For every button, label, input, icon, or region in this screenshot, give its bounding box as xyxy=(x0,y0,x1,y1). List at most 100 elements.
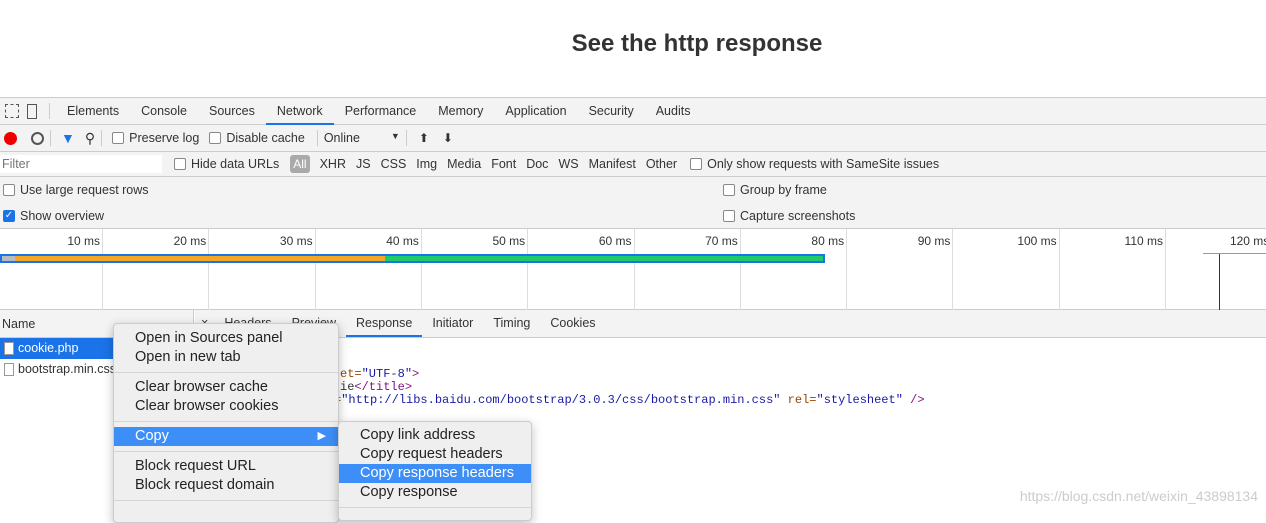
tab-cookies[interactable]: Cookies xyxy=(540,310,605,337)
timeline-tick: 30 ms xyxy=(280,229,316,310)
tab-sources[interactable]: Sources xyxy=(198,98,266,125)
timeline-tick: 80 ms xyxy=(811,229,848,310)
samesite-checkbox[interactable] xyxy=(690,158,703,170)
record-icon[interactable] xyxy=(4,131,17,145)
preserve-log-label: Preserve log xyxy=(129,131,200,145)
menu-copy-link-address[interactable]: Copy link address xyxy=(339,426,531,445)
tick-label: 40 ms xyxy=(386,234,419,248)
divider xyxy=(405,130,407,146)
capture-screenshots-checkbox[interactable] xyxy=(723,209,735,222)
disable-cache-checkbox[interactable] xyxy=(209,132,222,144)
tick-label: 50 ms xyxy=(492,234,526,248)
divider xyxy=(49,103,50,119)
filter-type-manifest[interactable]: Manifest xyxy=(589,157,636,171)
tab-performance[interactable]: Performance xyxy=(334,98,428,125)
export-har-icon[interactable]: ⬇ xyxy=(443,131,453,145)
filter-type-ws[interactable]: WS xyxy=(558,157,578,171)
timeline-cursor-cap xyxy=(1203,253,1266,254)
filter-type-css[interactable]: CSS xyxy=(381,157,407,171)
tick-label: 10 ms xyxy=(67,234,100,248)
clear-icon[interactable] xyxy=(31,131,44,145)
detail-tabbar: × Headers Preview Response Initiator Tim… xyxy=(195,310,1266,338)
menu-copy-request-headers[interactable]: Copy request headers xyxy=(339,445,531,464)
filter-type-all[interactable]: All xyxy=(290,155,310,173)
filter-type-xhr[interactable]: XHR xyxy=(320,157,346,171)
tab-elements[interactable]: Elements xyxy=(56,98,130,125)
filter-type-js[interactable]: JS xyxy=(356,157,371,171)
search-icon[interactable]: ⚲ xyxy=(85,130,95,147)
show-overview-checkbox[interactable]: ✓ xyxy=(3,209,15,222)
filter-type-img[interactable]: Img xyxy=(416,157,437,171)
options-row-2: ✓ Show overview Capture screenshots xyxy=(0,203,1266,229)
throttle-select[interactable]: Online ▼ xyxy=(324,131,400,145)
code-line: ="http://libs.baidu.com/bootstrap/3.0.3/… xyxy=(334,393,925,407)
hide-data-urls-label: Hide data URLs xyxy=(191,157,280,171)
hide-data-urls-checkbox[interactable] xyxy=(174,158,186,170)
throttle-value: Online xyxy=(323,131,360,145)
tab-timing[interactable]: Timing xyxy=(483,310,540,337)
timeline-cursor xyxy=(1219,253,1220,310)
timeline-tick: 90 ms xyxy=(918,229,954,310)
capture-screenshots-label: Capture screenshots xyxy=(740,208,856,223)
file-icon xyxy=(4,342,14,355)
devtools-tabbar: Elements Console Sources Network Perform… xyxy=(0,97,1266,125)
tab-memory[interactable]: Memory xyxy=(427,98,494,125)
menu-divider xyxy=(114,372,338,373)
tick-label: 30 ms xyxy=(279,234,313,248)
inspect-icon[interactable] xyxy=(5,104,19,118)
tab-console[interactable]: Console xyxy=(130,98,198,125)
chevron-down-icon: ▼ xyxy=(390,131,400,141)
tab-audits[interactable]: Audits xyxy=(645,98,702,125)
code-value: "stylesheet" xyxy=(816,393,903,407)
menu-copy[interactable]: Copy ▶ xyxy=(114,427,338,446)
menu-clear-cookies[interactable]: Clear browser cookies xyxy=(114,397,338,416)
filter-type-other[interactable]: Other xyxy=(646,157,677,171)
bar-queue xyxy=(2,256,15,261)
menu-copy-response[interactable]: Copy response xyxy=(339,483,531,502)
tab-response[interactable]: Response xyxy=(346,310,423,337)
tick-label: 60 ms xyxy=(598,234,632,248)
filter-type-doc[interactable]: Doc xyxy=(526,157,548,171)
tab-initiator[interactable]: Initiator xyxy=(422,310,483,337)
menu-clear-cache[interactable]: Clear browser cache xyxy=(114,378,338,397)
timeline-tick: 70 ms xyxy=(705,229,741,310)
menu-block-url[interactable]: Block request URL xyxy=(114,457,338,476)
filter-input[interactable] xyxy=(0,155,162,173)
preserve-log-checkbox[interactable] xyxy=(112,132,125,144)
timeline-tick: 60 ms xyxy=(599,229,635,310)
submenu-arrow-icon: ▶ xyxy=(317,430,326,442)
group-by-frame-checkbox[interactable] xyxy=(723,184,735,196)
disable-cache-label: Disable cache xyxy=(226,131,305,145)
code-line: ie</title> xyxy=(340,380,412,394)
large-rows-label: Use large request rows xyxy=(20,183,149,197)
timeline-tick: 50 ms xyxy=(493,229,529,310)
code-text: ie xyxy=(340,380,355,394)
copy-submenu: Copy link address Copy request headers C… xyxy=(338,421,532,521)
menu-open-in-sources[interactable]: Open in Sources panel xyxy=(114,329,338,348)
show-overview-label: Show overview xyxy=(20,208,105,223)
device-toggle-icon[interactable] xyxy=(27,103,37,119)
overview-timeline[interactable]: 10 ms 20 ms 30 ms 40 ms 50 ms 60 ms 70 ms 80 ms… xyxy=(0,229,1266,310)
tab-network[interactable]: Network xyxy=(265,98,334,125)
menu-copy-response-headers[interactable]: Copy response headers xyxy=(339,464,531,483)
filter-icon[interactable]: ▼ xyxy=(61,130,75,146)
menu-divider xyxy=(114,500,338,501)
code-line: et="UTF-8"> xyxy=(340,367,419,381)
large-rows-checkbox[interactable] xyxy=(3,184,15,196)
tick-label: 90 ms xyxy=(917,234,951,248)
code-attr: et= xyxy=(340,367,362,381)
code-attr: rel= xyxy=(780,393,817,407)
tick-label: 70 ms xyxy=(705,234,738,248)
tick-label: 20 ms xyxy=(173,234,207,248)
menu-open-in-new-tab[interactable]: Open in new tab xyxy=(114,348,338,367)
page-title: See the http response xyxy=(571,30,823,57)
code-value: "http://libs.baidu.com/bootstrap/3.0.3/c… xyxy=(341,393,781,407)
menu-block-domain[interactable]: Block request domain xyxy=(114,476,338,495)
filter-type-media[interactable]: Media xyxy=(447,157,481,171)
filter-type-font[interactable]: Font xyxy=(491,157,516,171)
divider xyxy=(316,130,318,146)
tab-application[interactable]: Application xyxy=(494,98,577,125)
tab-security[interactable]: Security xyxy=(578,98,645,125)
tick-label: 80 ms xyxy=(811,234,845,248)
import-har-icon[interactable]: ⬆ xyxy=(419,131,429,145)
